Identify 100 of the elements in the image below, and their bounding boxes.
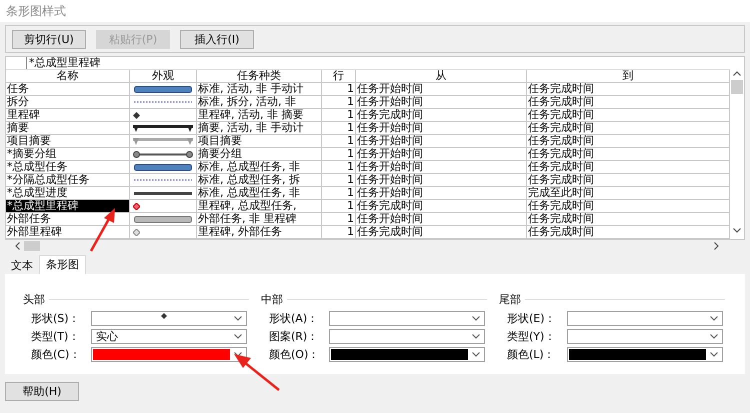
table-cell[interactable]: *分隔总成型任务 xyxy=(6,174,130,186)
table-cell: 任务开始时间 xyxy=(356,135,527,147)
table-cell[interactable]: *总成型进度 xyxy=(6,187,130,199)
dropdown-field[interactable] xyxy=(329,310,485,326)
table-cell[interactable]: 里程碑 xyxy=(6,109,130,121)
diamond-icon xyxy=(133,228,140,236)
table-cell: 标准, 总成型任务, 非 xyxy=(197,187,322,199)
chevron-down-icon xyxy=(234,334,242,338)
column-header[interactable]: 任务种类 xyxy=(197,70,322,82)
field-label: 颜色(C)： xyxy=(31,346,82,362)
table-cell[interactable]: 任务 xyxy=(6,83,130,95)
table-cell: 任务完成时间 xyxy=(527,148,730,160)
dropdown-field[interactable] xyxy=(329,328,485,344)
column-header[interactable]: 到 xyxy=(527,70,730,82)
table-cell: 任务开始时间 xyxy=(356,161,527,173)
scroll-thumb[interactable] xyxy=(731,80,743,94)
table-cell: 1 xyxy=(322,135,356,147)
chevron-down-icon xyxy=(234,352,242,356)
table-cell: 任务完成时间 xyxy=(527,109,730,121)
table-cell: 1 xyxy=(322,122,356,134)
chevron-down-icon xyxy=(472,352,480,356)
task-bar-icon xyxy=(134,86,192,92)
field-label: 形状(A)： xyxy=(269,310,320,326)
table-cell: 标准, 活动, 非 手动计 xyxy=(197,83,322,95)
table-cell: 任务完成时间 xyxy=(356,226,527,238)
chevron-down-icon xyxy=(234,316,242,320)
table-cell: 1 xyxy=(322,148,356,160)
tab[interactable]: 文本 xyxy=(5,258,39,274)
dropdown-field[interactable] xyxy=(567,310,723,326)
table-cell: 1 xyxy=(322,83,356,95)
table-cell: 任务开始时间 xyxy=(356,122,527,134)
dotted-line-icon xyxy=(134,101,192,103)
field-label: 类型(Y)： xyxy=(507,328,556,344)
table-cell: 1 xyxy=(322,213,356,225)
dropdown-field[interactable] xyxy=(567,346,723,362)
dropdown-field[interactable] xyxy=(329,346,485,362)
table-cell: 1 xyxy=(322,96,356,108)
group-title: 中部 xyxy=(261,292,283,307)
toolbar-button[interactable]: 剪切行(U) xyxy=(12,30,86,48)
table-cell: 任务开始时间 xyxy=(356,83,527,95)
dropdown-field[interactable] xyxy=(91,346,247,362)
field-label: 形状(E)： xyxy=(507,310,557,326)
table-cell: 完成至此时间 xyxy=(527,187,730,199)
chevron-down-icon xyxy=(710,334,718,338)
dropdown-field[interactable] xyxy=(91,310,247,326)
table-cell[interactable]: *总成型任务 xyxy=(6,161,130,173)
table-cell[interactable]: *摘要分组 xyxy=(6,148,130,160)
column-header[interactable]: 从 xyxy=(356,70,527,82)
tab[interactable]: 条形图 xyxy=(39,255,86,274)
table-cell[interactable]: 摘要 xyxy=(6,122,130,134)
table-cell: 里程碑, 总成型任务, xyxy=(197,200,322,212)
table-cell[interactable]: 拆分 xyxy=(6,96,130,108)
table-cell: 任务完成时间 xyxy=(356,109,527,121)
dotted-line-icon xyxy=(134,179,192,181)
scroll-left-icon[interactable] xyxy=(15,242,20,250)
table-cell: 摘要分组 xyxy=(197,148,322,160)
scroll-down-icon[interactable] xyxy=(733,228,741,233)
table-cell: 标准, 拆分, 活动, 非 xyxy=(197,96,322,108)
table-cell[interactable]: 项目摘要 xyxy=(6,135,130,147)
table-cell: 1 xyxy=(322,200,356,212)
table-cell: 任务完成时间 xyxy=(527,83,730,95)
toolbar-button[interactable]: 插入行(I) xyxy=(180,30,254,48)
table-cell: 任务完成时间 xyxy=(527,122,730,134)
table-cell: 任务完成时间 xyxy=(527,135,730,147)
table-cell: 任务完成时间 xyxy=(527,174,730,186)
field-label: 图案(R)： xyxy=(269,328,320,344)
diamond-icon xyxy=(133,202,140,210)
table-cell: 任务完成时间 xyxy=(527,213,730,225)
column-header[interactable]: 外观 xyxy=(130,70,197,82)
field-label: 颜色(L)： xyxy=(507,346,556,362)
help-button[interactable]: 帮助(H) xyxy=(5,382,79,401)
table-cell: 里程碑, 活动, 非 摘要 xyxy=(197,109,322,121)
edit-field[interactable]: *总成型里程碑 xyxy=(26,57,100,69)
column-header[interactable]: 行 xyxy=(322,70,356,82)
table-cell: 外部任务, 非 里程碑 xyxy=(197,213,322,225)
table-cell: 任务完成时间 xyxy=(527,200,730,212)
table-cell: 任务开始时间 xyxy=(356,96,527,108)
table-cell: 1 xyxy=(322,174,356,186)
table-cell[interactable]: 外部里程碑 xyxy=(6,226,130,238)
table-cell: 标准, 总成型任务, 非 xyxy=(197,161,322,173)
field-label: 类型(T)： xyxy=(31,328,80,344)
table-cell: 任务完成时间 xyxy=(527,161,730,173)
window-title: 条形图样式 xyxy=(0,0,750,22)
summary-bar-icon xyxy=(133,124,193,132)
annotation-arrow xyxy=(88,207,118,253)
table-cell: 摘要, 活动, 非 手动计 xyxy=(197,122,322,134)
dropdown-field[interactable] xyxy=(567,328,723,344)
scroll-up-icon[interactable] xyxy=(733,71,741,76)
scroll-right-icon[interactable] xyxy=(714,242,719,250)
table-cell[interactable]: *总成型里程碑 xyxy=(6,200,130,212)
table-cell: 标准, 总成型任务, 拆 xyxy=(197,174,322,186)
column-header[interactable]: 名称 xyxy=(6,70,130,82)
task-bar-icon xyxy=(134,164,192,170)
table-cell: 里程碑, 外部任务 xyxy=(197,226,322,238)
table-cell: 1 xyxy=(322,226,356,238)
progress-line-icon xyxy=(134,192,192,194)
scroll-thumb[interactable] xyxy=(24,241,40,251)
table-cell: 任务开始时间 xyxy=(356,174,527,186)
chevron-down-icon xyxy=(710,352,718,356)
dropdown-field[interactable]: 实心 xyxy=(91,328,247,344)
